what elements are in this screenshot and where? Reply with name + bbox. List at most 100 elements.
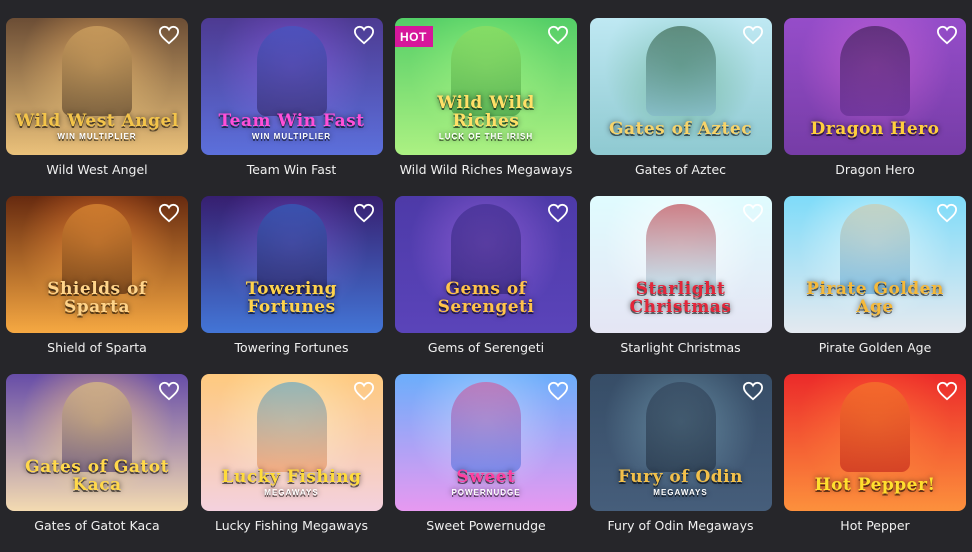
favorite-heart-icon[interactable] [936,203,958,223]
game-title[interactable]: Team Win Fast [201,162,383,177]
favorite-heart-icon[interactable] [158,25,180,45]
game-character [840,26,910,116]
game-logo-subtitle: WIN MULTIPLIER [251,131,332,141]
game-character [645,26,716,116]
game-card-towering-fortunes[interactable]: Towering Fortunes Towering Fortunes [200,196,383,374]
game-title[interactable]: Wild Wild Riches Megaways [395,162,577,177]
game-thumbnail[interactable]: Wild West Angel WIN MULTIPLIER [6,18,188,155]
game-logo-text: Lucky Fishing [221,466,362,487]
game-title[interactable]: Gems of Serengeti [395,340,577,355]
game-character [645,382,716,472]
game-logo: Fury of Odin MEGAWAYS [590,468,772,497]
game-logo-text: Gates of Gatot Kaca [25,457,169,496]
game-title[interactable]: Starlight Christmas [590,340,772,355]
favorite-heart-icon[interactable] [353,203,375,223]
game-logo: Sweet POWERNUDGE [395,466,577,497]
game-card-wild-wild-riches-megaways[interactable]: Wild Wild Riches LUCK OF THE IRISH HOT W… [395,18,577,196]
favorite-heart-icon[interactable] [547,203,569,223]
favorite-heart-icon[interactable] [353,381,375,401]
game-thumbnail[interactable]: Dragon Hero [784,18,966,155]
game-thumbnail[interactable]: Team Win Fast WIN MULTIPLIER [200,18,383,155]
game-card-pirate-golden-age[interactable]: Pirate Golden Age Pirate Golden Age [784,196,966,374]
game-card-sweet-powernudge[interactable]: Sweet POWERNUDGE Sweet Powernudge [395,374,577,552]
game-logo-subtitle: LUCK OF THE IRISH [438,131,534,141]
game-card-wild-west-angel[interactable]: Wild West Angel WIN MULTIPLIER Wild West… [6,18,188,196]
game-character [256,382,327,472]
game-card-gems-of-serengeti[interactable]: Gems of Serengeti Gems of Serengeti [395,196,577,374]
game-logo-text: Sweet [456,466,516,487]
game-title[interactable]: Wild West Angel [6,162,188,177]
favorite-heart-icon[interactable] [742,25,764,45]
game-character [840,382,910,472]
game-logo-text: Shields of Sparta [47,279,147,318]
game-logo-text: Towering Fortunes [245,279,338,318]
game-thumbnail[interactable]: Sweet POWERNUDGE [395,374,577,511]
game-character [256,26,327,116]
game-logo: Wild West Angel WIN MULTIPLIER [6,112,188,141]
game-thumbnail[interactable]: Lucky Fishing MEGAWAYS [200,374,383,511]
game-logo: Lucky Fishing MEGAWAYS [201,466,383,497]
game-title[interactable]: Shield of Sparta [6,340,188,355]
game-card-dragon-hero[interactable]: Dragon Hero Dragon Hero [784,18,966,196]
game-card-starlight-christmas[interactable]: Starlight Christmas Starlight Christmas [589,196,772,374]
game-card-gates-of-gatot-kaca[interactable]: Gates of Gatot Kaca Gates of Gatot Kaca [6,374,188,552]
favorite-heart-icon[interactable] [936,25,958,45]
game-logo: Gates of Aztec [590,120,772,141]
game-logo: Team Win Fast WIN MULTIPLIER [201,110,383,141]
game-character [62,26,132,116]
game-thumbnail[interactable]: Pirate Golden Age [784,196,966,333]
game-thumbnail[interactable]: Fury of Odin MEGAWAYS [589,374,772,511]
favorite-heart-icon[interactable] [353,25,375,45]
game-title[interactable]: Gates of Aztec [590,162,772,177]
game-title[interactable]: Fury of Odin Megaways [590,518,772,533]
game-logo-subtitle: WIN MULTIPLIER [57,131,137,141]
game-title[interactable]: Dragon Hero [784,162,966,177]
game-logo: Pirate Golden Age [784,280,966,319]
game-logo: Gems of Serengeti [395,279,577,319]
game-title[interactable]: Hot Pepper [784,518,966,533]
game-thumbnail[interactable]: Gems of Serengeti [395,196,577,333]
game-title[interactable]: Towering Fortunes [201,340,383,355]
game-logo-subtitle: MEGAWAYS [653,487,708,497]
game-thumbnail[interactable]: Hot Pepper! [784,374,966,511]
game-logo-text: Wild Wild Riches [437,92,535,131]
game-card-gates-of-aztec[interactable]: Gates of Aztec Gates of Aztec [589,18,772,196]
game-card-lucky-fishing-megaways[interactable]: Lucky Fishing MEGAWAYS Lucky Fishing Meg… [200,374,383,552]
game-logo-text: Dragon Hero [810,119,940,140]
game-character [451,382,521,472]
game-card-hot-pepper[interactable]: Hot Pepper! Hot Pepper [784,374,966,552]
favorite-heart-icon[interactable] [547,25,569,45]
game-title[interactable]: Lucky Fishing Megaways [201,518,383,533]
game-thumbnail[interactable]: Gates of Aztec [589,18,772,155]
game-logo-subtitle: POWERNUDGE [451,487,521,497]
games-grid: Wild West Angel WIN MULTIPLIER Wild West… [6,18,966,552]
favorite-heart-icon[interactable] [742,381,764,401]
game-title[interactable]: Sweet Powernudge [395,518,577,533]
game-logo: Gates of Gatot Kaca [6,457,188,497]
favorite-heart-icon[interactable] [742,203,764,223]
game-thumbnail[interactable]: Gates of Gatot Kaca [6,374,188,511]
game-card-fury-of-odin-megaways[interactable]: Fury of Odin MEGAWAYS Fury of Odin Megaw… [589,374,772,552]
game-logo: Starlight Christmas [590,279,772,319]
game-thumbnail[interactable]: Starlight Christmas [589,196,772,333]
game-logo-text: Gems of Serengeti [437,279,535,318]
game-logo-text: Starlight Christmas [629,279,732,318]
game-title[interactable]: Pirate Golden Age [784,340,966,355]
game-thumbnail[interactable]: Shields of Sparta [6,196,188,333]
game-logo: Dragon Hero [784,119,966,141]
favorite-heart-icon[interactable] [158,381,180,401]
hot-badge: HOT [395,26,433,47]
game-card-shield-of-sparta[interactable]: Shields of Sparta Shield of Sparta [6,196,188,374]
game-title[interactable]: Gates of Gatot Kaca [6,518,188,533]
game-logo: Wild Wild Riches LUCK OF THE IRISH [395,92,577,141]
game-logo: Towering Fortunes [201,279,383,319]
game-logo-subtitle: MEGAWAYS [264,487,319,497]
favorite-heart-icon[interactable] [547,381,569,401]
game-logo: Hot Pepper! [784,476,966,497]
game-thumbnail[interactable]: Towering Fortunes [200,196,383,333]
game-logo-text: Team Win Fast [218,110,365,131]
favorite-heart-icon[interactable] [936,381,958,401]
game-card-team-win-fast[interactable]: Team Win Fast WIN MULTIPLIER Team Win Fa… [200,18,383,196]
favorite-heart-icon[interactable] [158,203,180,223]
game-thumbnail[interactable]: Wild Wild Riches LUCK OF THE IRISH HOT [395,18,577,155]
